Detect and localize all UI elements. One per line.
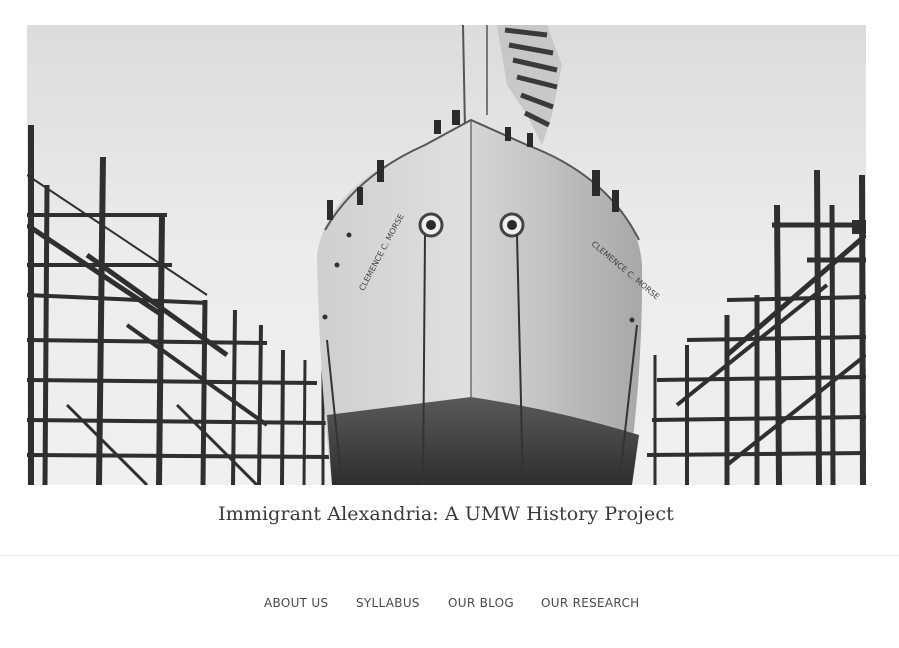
site-title[interactable]: Immigrant Alexandria: A UMW History Proj…	[0, 503, 892, 525]
main-nav: ABOUT US SYLLABUS OUR BLOG OUR RESEARCH	[0, 596, 899, 612]
header-image[interactable]: CLEMENCE C. MORSE CLEMENCE C. MORSE	[27, 25, 866, 485]
nav-item-syllabus[interactable]: SYLLABUS	[356, 596, 420, 610]
divider	[0, 555, 899, 556]
nav-item-our-research[interactable]: OUR RESEARCH	[541, 596, 639, 610]
nav-item-about-us[interactable]: ABOUT US	[264, 596, 328, 610]
nav-item-our-blog[interactable]: OUR BLOG	[448, 596, 514, 610]
ship-photo: CLEMENCE C. MORSE CLEMENCE C. MORSE	[27, 25, 866, 485]
